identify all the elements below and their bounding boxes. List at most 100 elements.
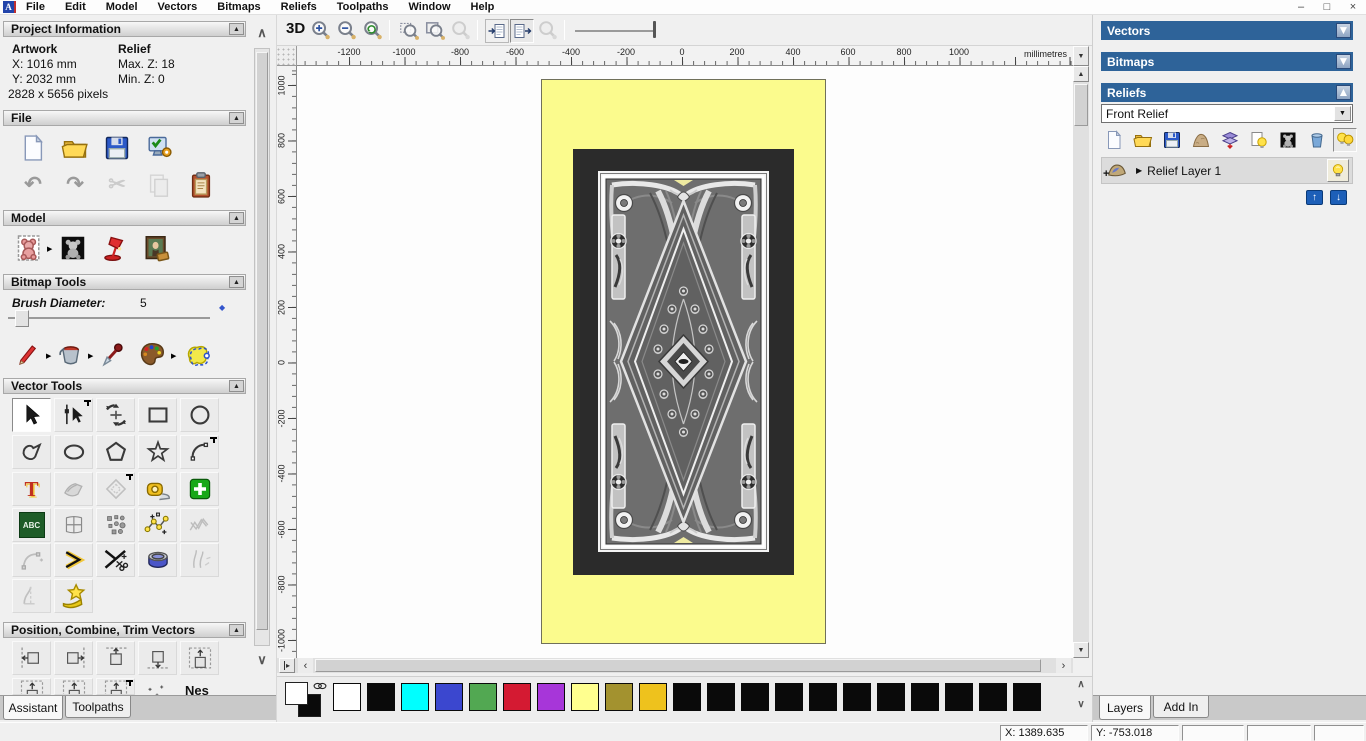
palette-swatch[interactable]	[911, 683, 939, 711]
redo-button[interactable]: ↷	[60, 170, 90, 200]
palette-swatch[interactable]	[435, 683, 463, 711]
scroll-down-button[interactable]: ▼	[1073, 642, 1089, 658]
palette-swatch[interactable]	[843, 683, 871, 711]
toggle-layer-visibility-button[interactable]	[1248, 129, 1270, 151]
align-centre-both-button[interactable]	[96, 678, 135, 695]
create-circle-tool[interactable]	[180, 398, 219, 432]
palette-swatch[interactable]	[503, 683, 531, 711]
add-layer-icon[interactable]: +	[1103, 168, 1109, 180]
create-ellipse-tool[interactable]	[54, 435, 93, 469]
collapse-model-button[interactable]: ▲	[229, 212, 244, 224]
collapse-vector-button[interactable]: ▲	[229, 380, 244, 392]
palette-swatch[interactable]	[877, 683, 905, 711]
create-polyline-tool[interactable]	[12, 435, 51, 469]
menu-help[interactable]: Help	[461, 1, 505, 13]
scroll-right-button[interactable]: ›	[1056, 658, 1071, 673]
menu-window[interactable]: Window	[398, 1, 460, 13]
palette-swatch[interactable]	[401, 683, 429, 711]
menu-edit[interactable]: Edit	[55, 1, 96, 13]
new-relief-layer-button[interactable]	[1103, 129, 1125, 151]
node-editing-tool[interactable]	[54, 398, 93, 432]
layer-name[interactable]: Relief Layer 1	[1147, 164, 1221, 178]
nesting-tool[interactable]	[96, 508, 135, 542]
contrast-slider-track[interactable]	[575, 30, 653, 32]
texture-relief-button[interactable]	[141, 233, 171, 263]
import-relief-button[interactable]	[1190, 129, 1212, 151]
select-vectors-tool[interactable]	[12, 398, 51, 432]
brush-slider-track[interactable]	[8, 317, 210, 319]
create-text-tool[interactable]: T	[12, 472, 51, 506]
align-centre-x-button[interactable]	[12, 678, 51, 695]
paint-tool-button[interactable]	[14, 340, 44, 370]
palette-swatch[interactable]	[979, 683, 1007, 711]
offset-vectors-tool[interactable]	[96, 472, 135, 506]
minimize-button[interactable]: –	[1288, 0, 1314, 14]
close-button[interactable]: ×	[1340, 0, 1366, 14]
open-model-button[interactable]	[60, 133, 90, 163]
profile-tool[interactable]	[12, 579, 51, 613]
relief-dropdown-button[interactable]: ▼	[1334, 106, 1351, 121]
cut-button[interactable]: ✂	[102, 170, 132, 200]
move-layer-up-button[interactable]: ↑	[1306, 190, 1323, 205]
toggle-bitmap-visibility-button[interactable]	[485, 19, 509, 43]
pick-colour-button[interactable]	[98, 340, 128, 370]
canvas-horizontal-scrollbar[interactable]: ▸ ‹ ›	[277, 658, 1073, 673]
menu-toolpaths[interactable]: Toolpaths	[327, 1, 399, 13]
palette-swatch[interactable]	[707, 683, 735, 711]
canvas-vertical-scrollbar[interactable]: ▲ ▼	[1073, 66, 1089, 658]
zoom-selection-button[interactable]	[449, 18, 473, 42]
show-all-layers-button[interactable]	[1333, 128, 1357, 152]
merge-layers-button[interactable]	[1219, 129, 1241, 151]
toggle-vector-visibility-button[interactable]	[510, 19, 534, 43]
align-bottom-button[interactable]	[138, 641, 177, 675]
relief-layer-row[interactable]: + ▶ Relief Layer 1	[1101, 157, 1353, 184]
page-toggle-button[interactable]: ▸	[279, 658, 295, 673]
palette-swatch[interactable]	[809, 683, 837, 711]
zoom-box-button[interactable]	[397, 18, 421, 42]
palette-swatch[interactable]	[741, 683, 769, 711]
model-from-image-button[interactable]	[14, 233, 44, 263]
primary-colour-swatch[interactable]	[285, 682, 308, 705]
palette-swatch[interactable]	[469, 683, 497, 711]
preview-relief-button[interactable]	[536, 18, 560, 42]
palette-swatch[interactable]	[775, 683, 803, 711]
relief-selector-dropdown[interactable]: Front Relief ▼	[1101, 104, 1353, 123]
scroll-left-button[interactable]: ‹	[298, 658, 313, 673]
palette-swatch[interactable]	[333, 683, 361, 711]
collapse-project-button[interactable]: ▲	[229, 23, 244, 35]
view-3d-button[interactable]: 3D	[286, 20, 305, 37]
collapse-file-button[interactable]: ▲	[229, 112, 244, 124]
palette-swatch[interactable]	[571, 683, 599, 711]
tab-layers[interactable]: Layers	[1099, 696, 1151, 720]
create-star-tool[interactable]	[138, 435, 177, 469]
menu-bitmaps[interactable]: Bitmaps	[207, 1, 270, 13]
palette-scroll-up-icon[interactable]: ∧	[1071, 679, 1091, 690]
move-layer-down-button[interactable]: ↓	[1330, 190, 1347, 205]
fit-arcs-tool[interactable]	[12, 543, 51, 577]
vectors-panel-header[interactable]: Vectors ▼	[1101, 21, 1353, 40]
align-centre-y-button[interactable]	[54, 678, 93, 695]
brush-slider-handle[interactable]	[15, 310, 29, 327]
palette-swatch[interactable]	[673, 683, 701, 711]
palette-swatch[interactable]	[639, 683, 667, 711]
copy-button[interactable]	[144, 170, 174, 200]
collapse-bitmap-button[interactable]: ▲	[229, 276, 244, 288]
v-scrollbar-thumb[interactable]	[1074, 84, 1088, 126]
zoom-fit-button[interactable]	[423, 18, 447, 42]
ruler-units-dropdown-button[interactable]: ▼	[1073, 46, 1089, 66]
fit-curve-tool[interactable]	[180, 508, 219, 542]
paste-button[interactable]	[186, 170, 216, 200]
greyscale-view-button[interactable]	[1277, 129, 1299, 151]
create-polygon-tool[interactable]	[96, 435, 135, 469]
transform-vectors-tool[interactable]	[96, 398, 135, 432]
paint-flyout-icon[interactable]: ▶	[46, 352, 51, 360]
trim-vectors-tool[interactable]	[96, 543, 135, 577]
layer-visibility-button[interactable]	[1327, 159, 1349, 182]
palette-swatch[interactable]	[1013, 683, 1041, 711]
expand-vectors-button[interactable]: ▼	[1336, 23, 1351, 38]
join-vectors-tool[interactable]	[54, 543, 93, 577]
h-scrollbar-thumb[interactable]	[315, 659, 1041, 672]
bitmaps-panel-header[interactable]: Bitmaps ▼	[1101, 52, 1353, 71]
zoom-out-button[interactable]	[335, 18, 359, 42]
create-arc-tool[interactable]	[180, 435, 219, 469]
